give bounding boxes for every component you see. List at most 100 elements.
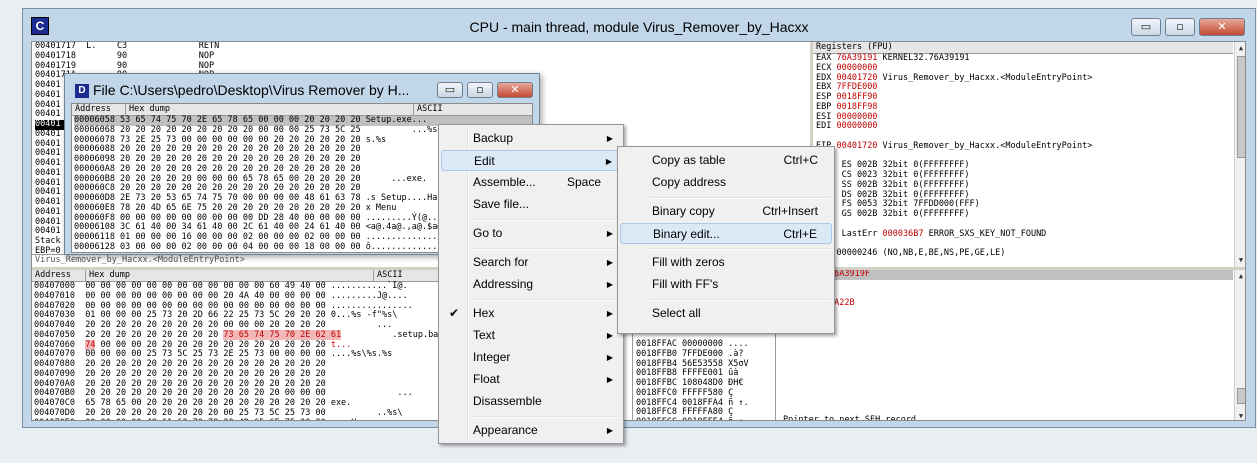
menu-item-shortcut: Ctrl+Insert: [762, 204, 818, 218]
stack-comment: KERNEL32.76A3919F: [783, 270, 1233, 280]
stack-comment: [783, 309, 1233, 319]
submenu-arrow-icon: ▶: [606, 134, 613, 143]
registers-pane[interactable]: Registers (FPU) EAX 76A39191 KERNEL32.76…: [813, 42, 1233, 267]
stack-comment: [783, 358, 1233, 368]
register-line[interactable]: [816, 259, 1092, 267]
menu-item-label: Assemble...: [473, 175, 536, 189]
edit-submenu[interactable]: Copy as table Ctrl+C Copy address Binary co…: [617, 146, 835, 334]
submenu-item-select-all[interactable]: Select all: [620, 303, 832, 324]
menu-item-label: Fill with zeros: [652, 255, 725, 269]
menu-item-shortcut: Ctrl+C: [783, 153, 818, 167]
menu-separator: [471, 219, 619, 221]
dump-minimize-button[interactable]: ▭: [437, 82, 463, 98]
window-title: CPU - main thread, module Virus_Remover_…: [469, 19, 809, 35]
submenu-arrow-icon: ▶: [606, 258, 613, 267]
menu-separator: [650, 197, 830, 199]
menu-item-label: Fill with FF's: [652, 277, 719, 291]
check-icon: ✔: [449, 306, 460, 320]
registers-list: EAX 76A39191 KERNEL32.76A39191 ECX 000000…: [816, 53, 1092, 267]
menu-separator: [471, 416, 619, 418]
menu-item-assemble[interactable]: Assemble... Space: [441, 172, 621, 193]
menu-item-label: Select all: [652, 306, 701, 320]
stack-comment: [783, 280, 1233, 290]
menu-item-text[interactable]: Text ▶: [441, 325, 621, 346]
stack-comment: ntdll.774EA22B: [783, 298, 1233, 309]
register-line[interactable]: EFL 00000246 (NO,NB,E,BE,NS,PE,GE,LE): [816, 248, 1092, 259]
register-line[interactable]: EDI 00000000: [816, 121, 1092, 132]
stack-comment: [783, 348, 1233, 358]
menu-item-label: Float: [473, 372, 500, 386]
menu-item-label: Go to: [473, 226, 503, 240]
menu-item-label: Disassemble: [473, 394, 542, 408]
stack-comment: [783, 338, 1233, 348]
stack-comment: [783, 329, 1233, 339]
menu-item-label: Text: [473, 328, 496, 342]
submenu-item-fill-with-zeros[interactable]: Fill with zeros: [620, 252, 832, 273]
submenu-item-binary-edit[interactable]: Binary edit... Ctrl+E: [620, 223, 832, 244]
dump-close-button[interactable]: ✕: [497, 82, 533, 98]
dump-window-title: File C:\Users\pedro\Desktop\Virus Remove…: [93, 82, 410, 98]
menu-item-label: Copy address: [652, 175, 727, 189]
stack-comment: [783, 377, 1233, 387]
submenu-arrow-icon: ▶: [606, 426, 613, 435]
menu-item-disassemble[interactable]: Disassemble: [441, 391, 621, 412]
menu-item-label: Edit: [474, 154, 495, 168]
submenu-arrow-icon: ▶: [606, 353, 613, 362]
menu-item-label: Backup: [473, 131, 514, 145]
maximize-button[interactable]: ▫: [1165, 18, 1195, 36]
submenu-arrow-icon: ▶: [606, 309, 613, 318]
stack-comment: [783, 368, 1233, 378]
disasm-info: Virus_Remover_by_Hacxx.<ModuleEntryPoint…: [35, 255, 245, 265]
menu-separator: [471, 248, 619, 250]
dump-row[interactable]: 004070E0 00 00 00 00 48 61 63 78 78 20 4…: [34, 418, 438, 420]
close-button[interactable]: ✕: [1199, 18, 1245, 36]
dump-rows: 00407000 00 00 00 00 00 00 00 00 00 00 0…: [34, 281, 438, 420]
menu-item-float[interactable]: Float ▶: [441, 369, 621, 390]
submenu-arrow-icon: ▶: [606, 331, 613, 340]
menu-item-hex[interactable]: ✔ Hex ▶: [441, 303, 621, 324]
menu-item-label: Binary copy: [652, 204, 715, 218]
menu-item-label: Save file...: [473, 197, 530, 211]
menu-item-label: Copy as table: [652, 153, 726, 167]
submenu-item-copy-address[interactable]: Copy address: [620, 172, 832, 193]
menu-item-shortcut: Space: [566, 175, 601, 189]
submenu-arrow-icon: ▶: [606, 280, 613, 289]
menu-item-go-to[interactable]: Go to ▶: [441, 223, 621, 244]
registers-scrollbar[interactable]: ▲ ▼: [1234, 42, 1245, 267]
menu-item-search-for[interactable]: Search for ▶: [441, 252, 621, 273]
register-line[interactable]: EIP 00401720 Virus_Remover_by_Hacxx.<Mod…: [816, 141, 1092, 152]
submenu-arrow-icon: ▶: [606, 229, 613, 238]
dump-maximize-button[interactable]: ▫: [467, 82, 493, 98]
menu-item-save-file[interactable]: Save file...: [441, 194, 621, 215]
dump-window-icon: D: [75, 84, 89, 98]
context-menu[interactable]: Backup ▶ Edit ▶ Assemble... Space Save file...…: [438, 124, 624, 444]
stack-row[interactable]: 0018FFCC 0018FFE4 ñ ↑.: [636, 417, 749, 420]
stack-comments: KERNEL32.76A3919F ntdll.774EA22B Pointer…: [783, 270, 1233, 421]
register-line[interactable]: O 0 LastErr 000036B7 ERROR_SXS_KEY_NOT_F…: [816, 229, 1092, 240]
menu-item-edit[interactable]: Edit ▶: [441, 150, 621, 171]
stack-comment: [783, 397, 1233, 407]
title-bar[interactable]: C CPU - main thread, module Virus_Remove…: [23, 9, 1255, 43]
menu-item-label: Binary edit...: [653, 227, 720, 241]
minimize-button[interactable]: ▭: [1131, 18, 1161, 36]
stack-scrollbar[interactable]: ▲ ▼: [1234, 270, 1245, 420]
stack-comment: [783, 319, 1233, 329]
submenu-item-copy-as-table[interactable]: Copy as table Ctrl+C: [620, 150, 832, 171]
menu-item-label: Integer: [473, 350, 511, 364]
menu-item-addressing[interactable]: Addressing ▶: [441, 274, 621, 295]
menu-item-label: Search for: [473, 255, 529, 269]
menu-item-label: Addressing: [473, 277, 534, 291]
register-line[interactable]: T 0 GS 002B 32bit 0(FFFFFFFF): [816, 209, 1092, 220]
menu-item-label: Hex: [473, 306, 495, 320]
menu-item-backup[interactable]: Backup ▶: [441, 128, 621, 149]
submenu-item-binary-copy[interactable]: Binary copy Ctrl+Insert: [620, 201, 832, 222]
stack-comment: Pointer to next SEH record: [783, 415, 917, 421]
menu-item-shortcut: Ctrl+E: [783, 227, 817, 241]
submenu-item-fill-with-ff-s[interactable]: Fill with FF's: [620, 274, 832, 295]
stack-rows: 0018FFAC 00000000 .... 0018FFB0 7FFDE000 …: [636, 339, 749, 420]
menu-separator: [650, 248, 830, 250]
stack-comment: [783, 387, 1233, 397]
submenu-arrow-icon: ▶: [605, 157, 612, 166]
menu-item-appearance[interactable]: Appearance ▶: [441, 420, 621, 441]
menu-item-integer[interactable]: Integer ▶: [441, 347, 621, 368]
